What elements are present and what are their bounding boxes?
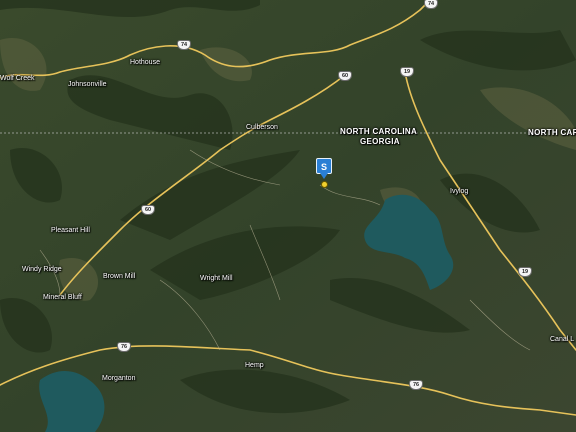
- place-label-canal-lake: Canal L: [550, 336, 575, 343]
- map-imagery: [0, 0, 576, 432]
- place-label-mineral-bluff: Mineral Bluff: [43, 294, 82, 301]
- route-shield-us76-east: 76: [409, 380, 423, 390]
- state-label-north-carolina-right: NORTH CARO: [528, 128, 576, 137]
- place-label-pleasant-hill: Pleasant Hill: [51, 227, 90, 234]
- place-label-hothouse: Hothouse: [130, 59, 160, 66]
- place-label-windy-ridge: Windy Ridge: [22, 266, 62, 273]
- place-label-wright-mill: Wright Mill: [200, 275, 233, 282]
- state-label-georgia: GEORGIA: [360, 137, 400, 146]
- location-marker-pin[interactable]: S: [316, 158, 332, 174]
- marker-pointer-icon: [320, 173, 328, 179]
- route-shield-us74: 74: [177, 40, 191, 50]
- place-label-morganton: Morganton: [102, 375, 136, 382]
- route-shield-us76-west: 76: [117, 342, 131, 352]
- place-label-wolf-creek: Wolf Creek: [0, 75, 35, 82]
- place-label-culberson: Culberson: [246, 124, 278, 131]
- satellite-map[interactable]: Wolf Creek Johnsonville Hothouse Culbers…: [0, 0, 576, 432]
- place-label-brown-mill: Brown Mill: [103, 273, 136, 280]
- place-label-hemp: Hemp: [245, 362, 264, 369]
- route-shield-60-south: 60: [141, 205, 155, 215]
- place-label-ivylog: Ivylog: [450, 188, 469, 195]
- route-shield-us19-south: 19: [518, 267, 532, 277]
- state-label-north-carolina: NORTH CAROLINA: [340, 127, 418, 136]
- route-shield-us19-north: 19: [400, 67, 414, 77]
- place-label-johnsonville: Johnsonville: [68, 81, 107, 88]
- marker-location-dot: [321, 181, 328, 188]
- route-shield-60-north: 60: [338, 71, 352, 81]
